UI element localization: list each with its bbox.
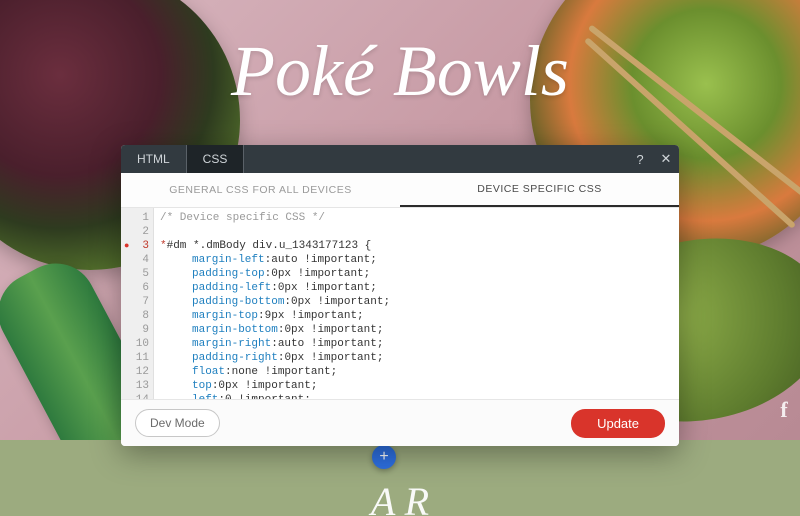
- sub-tabs: GENERAL CSS FOR ALL DEVICES DEVICE SPECI…: [121, 173, 679, 208]
- help-icon[interactable]: ?: [627, 146, 653, 172]
- facebook-icon[interactable]: f: [774, 395, 794, 425]
- tab-html[interactable]: HTML: [121, 145, 186, 173]
- hero-title: Poké Bowls: [0, 30, 800, 113]
- add-fab-button[interactable]: +: [372, 445, 396, 469]
- tab-css[interactable]: CSS: [186, 145, 245, 173]
- section-subtitle: A R: [0, 478, 800, 516]
- close-icon[interactable]: ✕: [653, 146, 679, 172]
- code-editor[interactable]: 123456789101112131415161718 /* Device sp…: [121, 208, 679, 399]
- panel-footer: Dev Mode Update: [121, 399, 679, 446]
- panel-top-bar: HTML CSS ? ✕: [121, 145, 679, 173]
- update-button[interactable]: Update: [571, 409, 665, 438]
- dev-mode-button[interactable]: Dev Mode: [135, 409, 220, 437]
- editor-code[interactable]: /* Device specific CSS */ *#dm *.dmBody …: [154, 208, 679, 399]
- subtab-device-css[interactable]: DEVICE SPECIFIC CSS: [400, 173, 679, 207]
- editor-gutter: 123456789101112131415161718: [121, 208, 154, 399]
- page: Poké Bowls f A R + HTML CSS ? ✕ GENERAL …: [0, 0, 800, 516]
- subtab-general-css[interactable]: GENERAL CSS FOR ALL DEVICES: [121, 173, 400, 207]
- dev-panel: HTML CSS ? ✕ GENERAL CSS FOR ALL DEVICES…: [121, 145, 679, 446]
